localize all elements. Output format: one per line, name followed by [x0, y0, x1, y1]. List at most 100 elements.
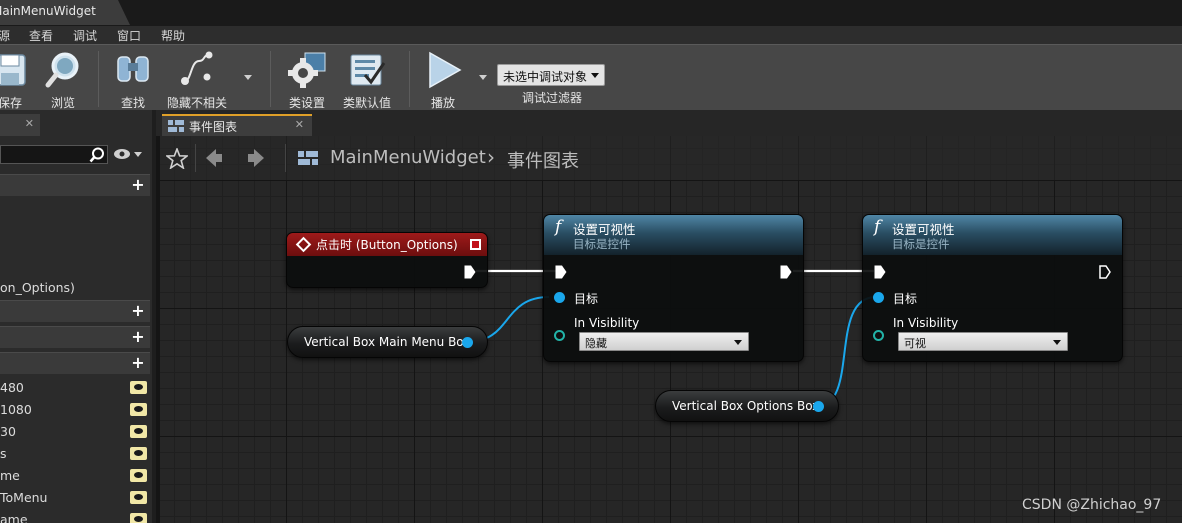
menu-item-source[interactable]: 源: [0, 27, 10, 44]
list-item-event[interactable]: on_Options): [0, 280, 75, 295]
section-header-functions[interactable]: +: [0, 300, 150, 322]
visibility-dropdown-value: 可视: [904, 337, 926, 350]
visibility-eye-icon[interactable]: [130, 381, 147, 394]
menu-item-debug[interactable]: 调试: [73, 27, 97, 44]
section-header-variables[interactable]: +: [0, 352, 150, 374]
function-node-header: f 设置可视性 目标是控件: [544, 215, 803, 255]
gear-icon: [288, 52, 326, 88]
add-icon[interactable]: +: [130, 355, 146, 371]
visibility-eye-icon[interactable]: [130, 425, 147, 438]
toolbar: 保存 浏览 查找 隐藏不相关 类设置 类默认值 播放 未选中调试对象 调试过滤器: [0, 44, 1182, 110]
exec-output-pin-icon[interactable]: [464, 265, 476, 279]
function-node-subtitle: 目标是控件: [892, 237, 950, 251]
target-pin-label: 目标: [893, 292, 918, 306]
chevron-down-icon: [1053, 340, 1061, 345]
target-pin-label: 目标: [574, 292, 599, 306]
panel-splitter[interactable]: [152, 110, 156, 523]
play-button[interactable]: 播放: [415, 49, 471, 110]
play-icon: [429, 51, 462, 89]
hide-unrelated-label: 隐藏不相关: [166, 96, 227, 110]
event-graph-icon: [168, 120, 184, 132]
visibility-eye-icon[interactable]: [130, 403, 147, 416]
exec-input-pin-icon[interactable]: [555, 265, 567, 279]
menu-item-view[interactable]: 查看: [29, 27, 53, 44]
debug-object-select[interactable]: 未选中调试对象: [497, 64, 605, 86]
visibility-input-pin[interactable]: [873, 330, 884, 341]
visibility-dropdown[interactable]: 隐藏: [579, 332, 749, 351]
my-blueprint-tab[interactable]: ✕: [0, 114, 40, 136]
variable-item[interactable]: 1080: [0, 402, 32, 417]
object-output-pin[interactable]: [813, 401, 824, 412]
my-blueprint-panel: ✕ + on_Options) + + + 480 1080 30 s me T…: [0, 110, 156, 523]
exec-output-pin-icon[interactable]: [780, 265, 792, 279]
watermark-text: CSDN @Zhichao_97: [1022, 497, 1162, 513]
variable-item[interactable]: ToMenu: [0, 490, 47, 505]
target-input-pin[interactable]: [554, 292, 565, 303]
debug-object-value: 未选中调试对象: [503, 70, 588, 84]
find-button[interactable]: 查找: [105, 49, 161, 110]
add-icon[interactable]: +: [130, 329, 146, 345]
exec-input-pin-icon[interactable]: [874, 265, 886, 279]
add-icon[interactable]: +: [130, 177, 146, 193]
function-node-subtitle: 目标是控件: [573, 237, 631, 251]
exec-output-pin-unconnected-icon[interactable]: [1099, 265, 1111, 279]
menu-item-help[interactable]: 帮助: [161, 27, 185, 44]
tab-event-graph[interactable]: 事件图表 ✕: [162, 114, 312, 136]
event-node-header: 点击时 (Button_Options): [287, 233, 487, 256]
variable-node-main-menu-box[interactable]: Vertical Box Main Menu Box: [287, 326, 488, 358]
visibility-pin-label: In Visibility: [574, 316, 640, 330]
tab-event-graph-label: 事件图表: [189, 120, 238, 134]
binoculars-icon: [117, 56, 149, 82]
graph-canvas[interactable]: MainMenuWidget › 事件图表 点击时 (Button_Option…: [160, 136, 1182, 523]
document-tab[interactable]: MainMenuWidget: [0, 0, 130, 25]
view-options-eye-icon[interactable]: [113, 148, 143, 160]
visibility-eye-icon[interactable]: [130, 447, 147, 460]
hide-unrelated-button[interactable]: 隐藏不相关: [167, 49, 227, 110]
hide-unrelated-dropdown[interactable]: [244, 75, 252, 80]
variable-item[interactable]: me: [0, 468, 20, 483]
class-settings-button[interactable]: 类设置: [279, 49, 335, 110]
add-icon[interactable]: +: [130, 303, 146, 319]
function-node-set-visibility-1[interactable]: f 设置可视性 目标是控件 目标 In Visibility 隐藏: [543, 214, 804, 362]
function-f-icon: f: [555, 217, 562, 237]
magnifier-icon: [45, 52, 79, 88]
visibility-eye-icon[interactable]: [130, 513, 147, 523]
event-node-on-clicked[interactable]: 点击时 (Button_Options): [286, 232, 488, 288]
variable-item[interactable]: 30: [0, 424, 16, 439]
visibility-eye-icon[interactable]: [130, 491, 147, 504]
chevron-down-icon: [591, 73, 599, 78]
visibility-input-pin[interactable]: [554, 330, 565, 341]
visibility-dropdown[interactable]: 可视: [898, 332, 1068, 351]
search-icon: [89, 147, 104, 163]
section-header-graphs[interactable]: +: [0, 174, 150, 196]
target-input-pin[interactable]: [873, 292, 884, 303]
menu-bar: 源 查看 调试 窗口 帮助: [0, 26, 1182, 44]
search-input[interactable]: [0, 145, 108, 164]
play-options-dropdown[interactable]: [479, 75, 487, 80]
variable-node-label: Vertical Box Options Box: [672, 399, 820, 413]
close-icon[interactable]: ✕: [295, 118, 304, 131]
close-icon[interactable]: ✕: [25, 117, 34, 130]
function-node-set-visibility-2[interactable]: f 设置可视性 目标是控件 目标 In Visibility 可视: [862, 214, 1123, 362]
menu-item-window[interactable]: 窗口: [117, 27, 141, 44]
delegate-pin-icon[interactable]: [470, 239, 481, 250]
class-defaults-button[interactable]: 类默认值: [339, 49, 395, 110]
event-node-title: 点击时 (Button_Options): [316, 238, 458, 252]
debug-filter-label: 调试过滤器: [522, 91, 583, 105]
variable-node-options-box[interactable]: Vertical Box Options Box: [655, 390, 839, 422]
checklist-icon: [350, 54, 386, 86]
visibility-pin-label: In Visibility: [893, 316, 959, 330]
graph-nodes-icon: [181, 51, 213, 85]
visibility-eye-icon[interactable]: [130, 469, 147, 482]
variable-item[interactable]: s: [0, 446, 7, 461]
document-tab-title: MainMenuWidget: [0, 4, 96, 18]
section-header-macros[interactable]: +: [0, 326, 150, 348]
event-diamond-icon: [295, 236, 312, 253]
variable-item[interactable]: 480: [0, 380, 24, 395]
object-output-pin[interactable]: [462, 337, 473, 348]
browse-label: 浏览: [50, 96, 75, 110]
variable-item[interactable]: ame: [0, 512, 28, 523]
browse-button[interactable]: 浏览: [35, 49, 91, 110]
function-f-icon: f: [874, 217, 881, 237]
graph-tab-bar: 事件图表 ✕: [156, 110, 1182, 136]
